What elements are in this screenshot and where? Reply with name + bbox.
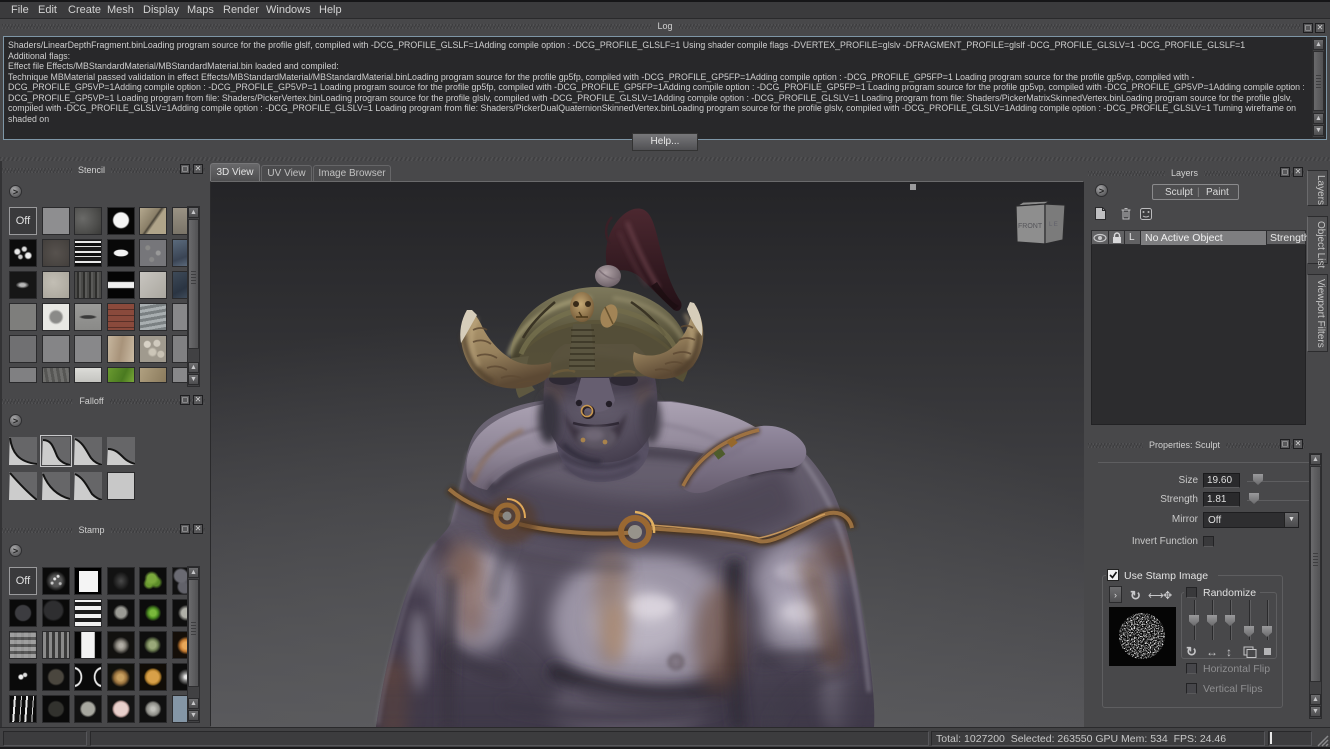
svg-text:L E: L E (1049, 222, 1058, 228)
svg-text:FRONT: FRONT (1018, 223, 1043, 230)
